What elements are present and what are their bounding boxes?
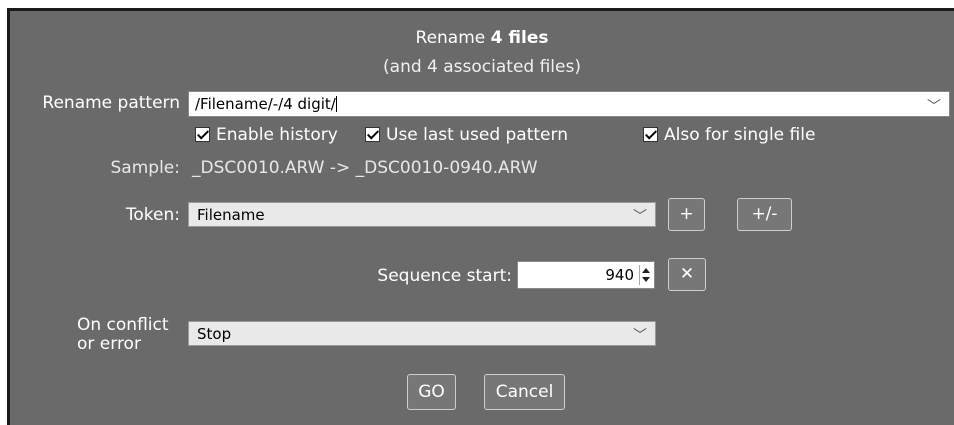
single-file-checkbox[interactable]: Also for single file [643,125,815,145]
clear-sequence-button[interactable]: ✕ [668,258,706,291]
enable-history-label: Enable history [216,125,338,145]
enable-history-checkbox[interactable]: Enable history [195,125,338,145]
chevron-down-icon[interactable]: ﹀ [633,325,647,345]
sample-text: _DSC0010.ARW -> _DSC0010-0940.ARW [192,158,538,178]
dialog-title: Rename 4 files [10,28,954,48]
add-remove-token-button[interactable]: +/- [737,198,792,231]
text-caret [335,96,337,112]
file-count: 4 files [490,28,549,48]
chevron-down-icon[interactable]: ﹀ [927,96,941,116]
add-token-button[interactable]: + [668,198,705,231]
token-value: Filename [197,206,265,224]
on-conflict-value: Stop [197,325,232,343]
checkbox-checked-icon[interactable] [195,127,210,142]
token-select[interactable]: Filename ﹀ [188,202,656,227]
use-last-pattern-label: Use last used pattern [386,125,568,145]
token-label: Token: [125,205,180,225]
checkbox-checked-icon[interactable] [365,127,380,142]
rename-pattern-value: /Filename/-/4 digit/ [195,95,336,113]
rename-pattern-combo[interactable]: /Filename/-/4 digit/ ﹀ [188,91,950,117]
use-last-pattern-checkbox[interactable]: Use last used pattern [365,125,568,145]
on-conflict-select[interactable]: Stop ﹀ [188,321,656,346]
on-conflict-label-line2: or error [77,334,141,354]
sample-label: Sample: [110,158,180,178]
rename-pattern-label: Rename pattern [42,93,180,113]
sequence-start-value: 940 [605,266,634,284]
title-prefix: Rename [415,28,491,48]
checkbox-checked-icon[interactable] [643,127,658,142]
on-conflict-label: On conflict or error [77,316,169,354]
cancel-button[interactable]: Cancel [484,374,565,410]
dialog-subtitle: (and 4 associated files) [383,57,581,77]
on-conflict-label-line1: On conflict [77,315,169,335]
chevron-down-icon[interactable]: ﹀ [633,206,647,226]
sequence-start-label: Sequence start: [377,266,512,286]
single-file-label: Also for single file [664,125,816,145]
screen: Rename 4 files (and 4 associated files) … [0,0,954,425]
rename-dialog: Rename 4 files (and 4 associated files) … [7,8,954,425]
go-button[interactable]: GO [407,374,456,410]
spin-arrows-icon[interactable] [639,265,652,285]
sequence-start-spinbox[interactable]: 940 [517,261,655,289]
